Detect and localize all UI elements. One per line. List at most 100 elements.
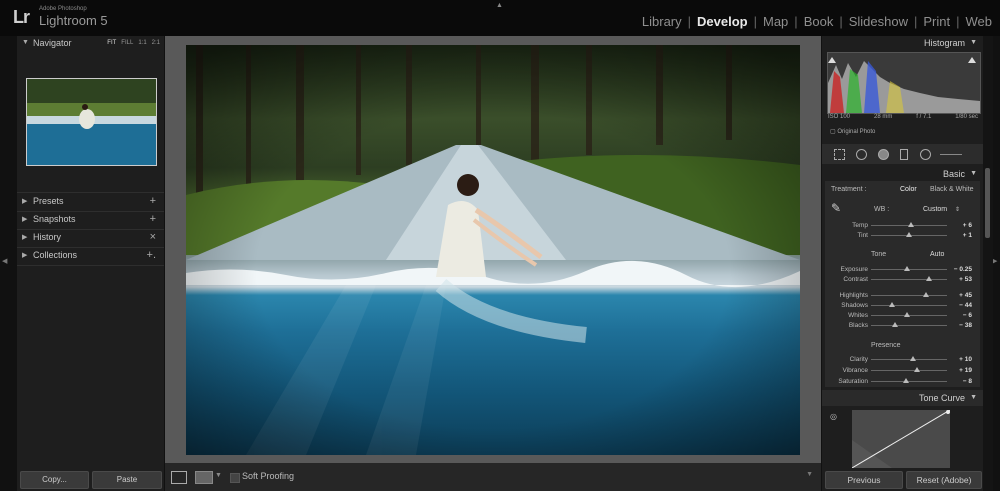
scrollbar-thumb[interactable] [985,168,990,238]
slider-track[interactable] [871,381,947,382]
previous-button[interactable]: Previous [825,471,903,489]
basic-header[interactable]: Basic ▼ [822,167,983,181]
zoom-option-fill[interactable]: FILL [121,40,133,46]
slider-value[interactable]: + 53 [959,276,972,283]
slider-value[interactable]: − 6 [963,312,972,319]
slider-vibrance[interactable]: Vibrance + 19 [825,366,980,376]
copy-settings-button[interactable]: Copy... [20,471,89,489]
treatment-label: Treatment : [831,186,867,193]
slider-knob[interactable] [902,378,909,383]
histogram-exif: ISO 100 28 mm f / 7.1 1/80 sec [828,114,978,120]
slider-tint[interactable]: Tint + 1 [825,231,980,241]
original-photo-toggle[interactable]: ▢ Original Photo [830,128,875,135]
slider-knob[interactable] [906,232,912,237]
slider-label: Blacks [848,322,868,329]
slider-contrast[interactable]: Contrast + 53 [825,275,980,285]
slider-knob[interactable] [907,222,914,227]
navigator-header[interactable]: ▼ Navigator FIT FILL 1:1 2:1 [17,36,164,52]
slider-track[interactable] [871,325,947,326]
panel-collections[interactable]: ▶ Collections +. [17,248,164,264]
panel-presets[interactable]: ▶ Presets + [17,194,164,210]
before-after-view-icon[interactable] [195,471,213,484]
tone-curve-graph[interactable] [852,410,950,468]
paste-settings-button[interactable]: Paste [92,471,162,489]
module-slideshow[interactable]: Slideshow [843,14,914,29]
slider-whites[interactable]: Whites − 6 [825,311,980,321]
module-develop[interactable]: Develop [691,14,754,29]
panel-snapshots[interactable]: ▶ Snapshots + [17,212,164,228]
slider-label: Shadows [841,302,868,309]
slider-knob[interactable] [904,266,911,271]
navigator-thumbnail[interactable] [26,78,157,166]
panel-history[interactable]: ▶ History × [17,230,164,246]
treatment-bw-button[interactable]: Black & White [930,186,974,193]
slider-exposure[interactable]: Exposure − 0.25 [825,265,980,275]
radial-filter-icon[interactable] [920,149,931,160]
zoom-option-1-1[interactable]: 1:1 [138,40,146,46]
chevron-down-icon[interactable]: ▼ [215,472,222,479]
panel-action-icon[interactable]: × [150,231,156,243]
slider-knob[interactable] [903,312,910,317]
target-adjustment-icon[interactable]: ◎ [830,412,837,421]
white-balance-eyedropper-icon[interactable]: ✎ [831,201,841,215]
slider-clarity[interactable]: Clarity + 10 [825,355,980,365]
slider-value[interactable]: − 0.25 [954,266,972,273]
module-library[interactable]: Library [636,14,688,29]
slider-temp[interactable]: Temp + 6 [825,221,980,231]
treatment-color-button[interactable]: Color [900,186,917,193]
wb-select[interactable]: Custom [923,206,947,213]
soft-proofing-checkbox[interactable] [230,473,240,483]
slider-knob[interactable] [891,322,898,327]
reset-button[interactable]: Reset (Adobe) [906,471,982,489]
slider-blacks[interactable]: Blacks − 38 [825,321,980,331]
collapse-left-panel-icon[interactable]: ◀ [2,257,7,265]
panel-action-icon[interactable]: + [150,195,156,207]
module-map[interactable]: Map [757,14,794,29]
slider-value[interactable]: + 10 [959,356,972,363]
spot-removal-tool-icon[interactable] [856,149,867,160]
slider-value[interactable]: + 6 [963,222,972,229]
slider-knob[interactable] [925,276,932,281]
loupe-view-icon[interactable] [171,471,187,484]
panel-action-icon[interactable]: +. [147,249,156,261]
collapse-top-panel-icon[interactable]: ▲ [496,2,503,9]
image-canvas [165,36,821,463]
slider-value[interactable]: − 44 [959,302,972,309]
slider-saturation[interactable]: Saturation − 8 [825,377,980,387]
adjustment-brush-slider[interactable] [940,154,962,155]
vendor-label: Adobe Photoshop [39,6,87,12]
slider-track[interactable] [871,279,947,280]
slider-knob[interactable] [909,356,916,361]
right-panel-scrollbar[interactable] [983,36,993,491]
triangle-down-icon: ▼ [22,39,29,46]
auto-tone-button[interactable]: Auto [930,251,944,258]
photo-preview[interactable] [186,45,800,455]
slider-shadows[interactable]: Shadows − 44 [825,301,980,311]
slider-track[interactable] [871,295,947,296]
graduated-filter-icon[interactable] [900,149,908,160]
module-web[interactable]: Web [960,14,999,29]
slider-knob[interactable] [922,292,929,297]
zoom-option-2-1[interactable]: 2:1 [152,40,160,46]
toolbar-menu-icon[interactable]: ▼ [806,471,813,478]
module-print[interactable]: Print [917,14,956,29]
module-book[interactable]: Book [798,14,840,29]
slider-value[interactable]: − 8 [963,378,972,385]
histogram-header[interactable]: Histogram ▼ [822,36,983,50]
slider-value[interactable]: − 38 [959,322,972,329]
slider-label: Contrast [843,276,868,283]
slider-track[interactable] [871,305,947,306]
zoom-option-fit[interactable]: FIT [107,40,116,46]
slider-highlights[interactable]: Highlights + 45 [825,291,980,301]
tone-curve-header[interactable]: Tone Curve ▼ [822,390,983,406]
left-panel: ▼ Navigator FIT FILL 1:1 2:1 ▶ Presets + ▶ Snap… [17,36,164,491]
slider-track[interactable] [871,370,947,371]
slider-value[interactable]: + 19 [959,367,972,374]
slider-knob[interactable] [913,367,920,372]
crop-tool-icon[interactable] [834,149,845,160]
slider-value[interactable]: + 45 [959,292,972,299]
red-eye-tool-icon[interactable] [878,149,889,160]
panel-action-icon[interactable]: + [150,213,156,225]
slider-knob[interactable] [889,302,896,307]
slider-value[interactable]: + 1 [963,232,972,239]
